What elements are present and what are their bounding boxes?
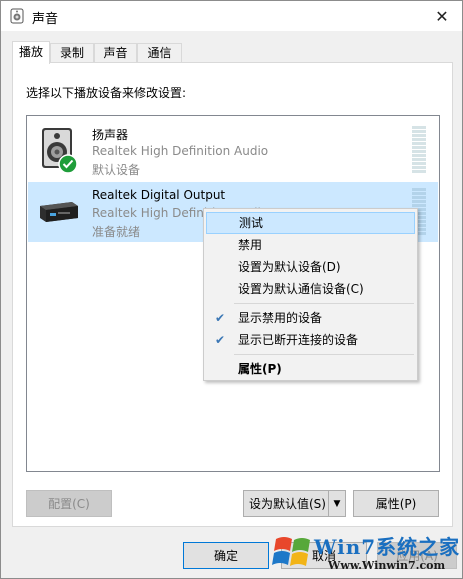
- device-description: Realtek High Definition Audio: [92, 144, 269, 158]
- tab-recording[interactable]: 录制: [50, 43, 94, 63]
- menu-item-show-disabled[interactable]: ✔ 显示禁用的设备: [206, 307, 415, 329]
- menu-item-label: 设置为默认设备(D): [238, 260, 341, 274]
- ok-button[interactable]: 确定: [183, 542, 269, 569]
- default-check-icon: [58, 154, 78, 174]
- set-default-split-button[interactable]: 设为默认值(S) ▼: [243, 490, 346, 517]
- window-title: 声音: [32, 12, 59, 27]
- title-bar: 声音 ✕: [1, 1, 462, 31]
- menu-item-label: 设置为默认通信设备(C): [238, 282, 364, 296]
- dropdown-arrow-icon[interactable]: ▼: [328, 491, 345, 516]
- device-status: 准备就绪: [92, 225, 141, 239]
- menu-item-label: 属性(P): [238, 362, 282, 376]
- speaker-icon: [42, 128, 78, 174]
- device-name: Realtek Digital Output: [92, 188, 226, 202]
- menu-item-label: 显示已断开连接的设备: [238, 333, 359, 347]
- context-menu: 测试 禁用 设置为默认设备(D) 设置为默认通信设备(C) ✔ 显示禁用的设备 …: [203, 208, 418, 381]
- close-icon: ✕: [435, 6, 449, 26]
- menu-item-disable[interactable]: 禁用: [206, 234, 415, 256]
- tab-sounds[interactable]: 声音: [94, 43, 137, 63]
- set-default-label: 设为默认值(S): [249, 497, 326, 511]
- tab-communications[interactable]: 通信: [137, 43, 182, 63]
- instruction-text: 选择以下播放设备来修改设置:: [26, 86, 187, 100]
- menu-item-label: 显示禁用的设备: [238, 311, 323, 325]
- speaker-app-icon: [10, 8, 24, 24]
- menu-item-set-default-comm[interactable]: 设置为默认通信设备(C): [206, 278, 415, 300]
- menu-item-label: 测试: [239, 216, 264, 230]
- device-item-speaker[interactable]: 扬声器 Realtek High Definition Audio 默认设备: [28, 120, 438, 180]
- close-button[interactable]: ✕: [422, 1, 462, 31]
- menu-item-label: 禁用: [238, 238, 263, 252]
- watermark-url: Www.Winwin7.com: [328, 559, 446, 572]
- digital-output-icon: [40, 202, 78, 222]
- properties-button[interactable]: 属性(P): [353, 490, 439, 517]
- checkmark-icon: ✔: [215, 333, 226, 347]
- site-watermark: Win7系统之家 Www.Winwin7.com: [270, 527, 463, 579]
- device-name: 扬声器: [92, 128, 129, 142]
- level-meter: [412, 126, 426, 176]
- menu-item-properties[interactable]: 属性(P): [206, 358, 415, 380]
- configure-button[interactable]: 配置(C): [26, 490, 112, 517]
- device-status: 默认设备: [92, 163, 141, 177]
- menu-separator: [234, 303, 414, 304]
- checkmark-icon: ✔: [215, 311, 226, 325]
- menu-item-test[interactable]: 测试: [206, 212, 415, 234]
- windows-logo-icon: [272, 537, 310, 566]
- menu-item-show-disconnected[interactable]: ✔ 显示已断开连接的设备: [206, 329, 415, 351]
- menu-separator: [234, 354, 414, 355]
- menu-item-set-default[interactable]: 设置为默认设备(D): [206, 256, 415, 278]
- watermark-brand: Win7系统之家: [314, 535, 461, 559]
- tab-playback[interactable]: 播放: [12, 41, 50, 64]
